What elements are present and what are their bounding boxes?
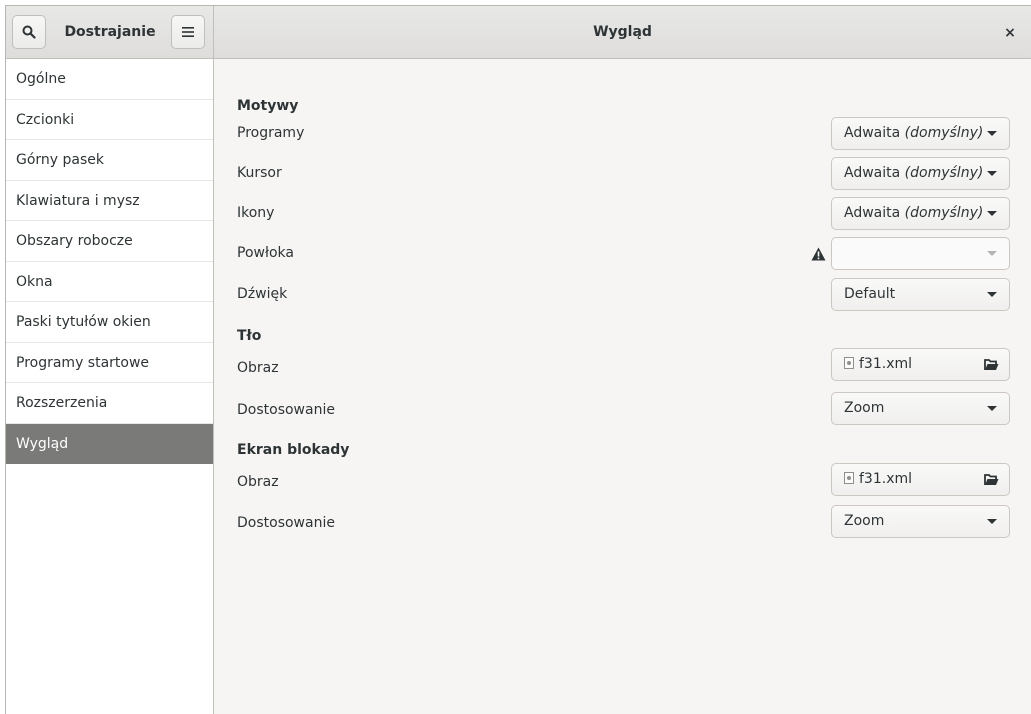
menu-button[interactable] — [171, 15, 205, 49]
background-adjustment-dropdown[interactable]: Zoom — [831, 392, 1010, 425]
warning-icon — [811, 247, 826, 261]
open-folder-icon — [984, 474, 999, 485]
open-folder-icon — [984, 359, 999, 370]
icons-theme-default-tag: (domyślny) — [904, 205, 984, 221]
sidebar-item-keyboard-mouse[interactable]: Klawiatura i mysz — [6, 181, 213, 221]
app-title: Dostrajanie — [64, 24, 156, 40]
cursor-theme-dropdown[interactable]: Adwaita (domyślny) — [831, 157, 1010, 190]
cursor-theme-value: Adwaita — [844, 165, 901, 181]
sidebar-item-windows[interactable]: Okna — [6, 262, 213, 302]
lockscreen-image-filename: f31.xml — [859, 471, 913, 487]
sidebar-header: Dostrajanie — [6, 6, 214, 59]
sidebar-item-appearance[interactable]: Wygląd — [6, 423, 213, 464]
section-title-background: Tło — [237, 328, 262, 344]
background-image-label: Obraz — [237, 360, 279, 376]
lockscreen-adjustment-dropdown[interactable]: Zoom — [831, 505, 1010, 538]
background-image-file-button[interactable]: f31.xml — [831, 348, 1010, 381]
header-bar: Dostrajanie Wygląd × — [6, 6, 1031, 59]
sidebar-item-workspaces[interactable]: Obszary robocze — [6, 221, 213, 262]
programs-theme-value: Adwaita — [844, 125, 901, 141]
dropdown-arrow-icon — [987, 519, 997, 524]
sound-theme-dropdown[interactable]: Default — [831, 278, 1010, 311]
section-title-themes: Motywy — [237, 98, 299, 114]
close-icon: × — [1004, 25, 1016, 41]
page-title: Wygląd — [593, 24, 652, 40]
lockscreen-adjustment-value: Zoom — [844, 513, 885, 529]
shell-label: Powłoka — [237, 245, 294, 261]
icons-theme-value: Adwaita — [844, 205, 901, 221]
document-icon — [844, 472, 854, 484]
search-button[interactable] — [12, 15, 46, 49]
programs-theme-dropdown[interactable]: Adwaita (domyślny) — [831, 117, 1010, 150]
sidebar: Ogólne Czcionki Górny pasek Klawiatura i… — [6, 59, 214, 714]
sidebar-item-startup-applications[interactable]: Programy startowe — [6, 343, 213, 383]
background-adjustment-value: Zoom — [844, 400, 885, 416]
icons-label: Ikony — [237, 205, 275, 221]
lockscreen-image-file-button[interactable]: f31.xml — [831, 463, 1010, 496]
section-title-lockscreen: Ekran blokady — [237, 442, 350, 458]
programs-theme-default-tag: (domyślny) — [904, 125, 984, 141]
sidebar-item-general[interactable]: Ogólne — [6, 59, 213, 100]
background-adjustment-label: Dostosowanie — [237, 402, 335, 418]
close-button[interactable]: × — [999, 22, 1021, 44]
search-icon — [22, 25, 36, 39]
icons-theme-dropdown[interactable]: Adwaita (domyślny) — [831, 197, 1010, 230]
dropdown-arrow-icon — [987, 171, 997, 176]
dropdown-arrow-icon — [987, 292, 997, 297]
lockscreen-image-label: Obraz — [237, 474, 279, 490]
cursor-label: Kursor — [237, 165, 282, 181]
appearance-panel: Motywy Programy Adwaita (domyślny) Kurso… — [215, 59, 1031, 714]
lockscreen-adjustment-label: Dostosowanie — [237, 515, 335, 531]
hamburger-menu-icon — [182, 27, 194, 37]
sound-theme-value: Default — [844, 286, 896, 302]
programs-label: Programy — [237, 125, 305, 141]
shell-theme-dropdown[interactable] — [831, 237, 1010, 270]
dropdown-arrow-icon — [987, 406, 997, 411]
dropdown-arrow-icon — [987, 211, 997, 216]
background-image-filename: f31.xml — [859, 356, 913, 372]
sidebar-item-extensions[interactable]: Rozszerzenia — [6, 383, 213, 424]
sound-label: Dźwięk — [237, 286, 288, 302]
document-icon — [844, 357, 854, 369]
dropdown-arrow-icon — [987, 131, 997, 136]
tweaks-window: Dostrajanie Wygląd × Ogólne Czcionki Gór… — [5, 5, 1031, 714]
dropdown-arrow-icon — [987, 251, 997, 256]
sidebar-item-window-titlebars[interactable]: Paski tytułów okien — [6, 302, 213, 343]
sidebar-item-fonts[interactable]: Czcionki — [6, 100, 213, 140]
cursor-theme-default-tag: (domyślny) — [904, 165, 984, 181]
sidebar-item-top-bar[interactable]: Górny pasek — [6, 140, 213, 181]
